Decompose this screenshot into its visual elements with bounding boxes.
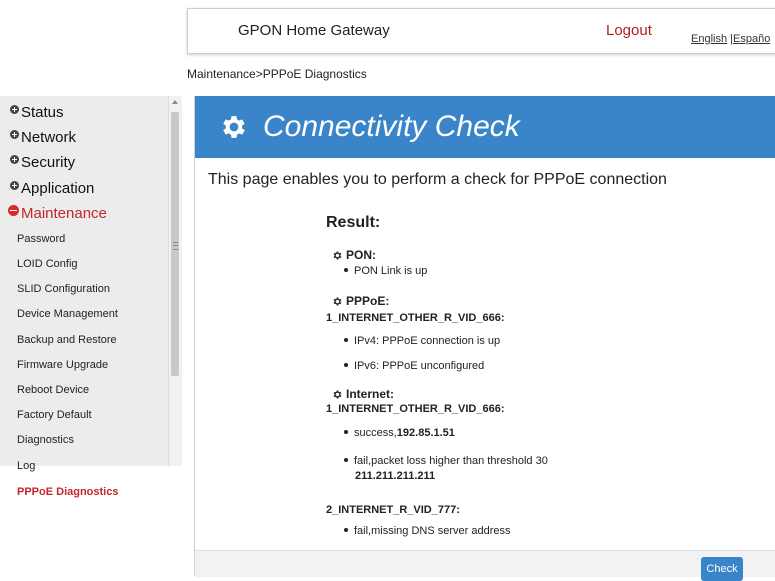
internet-success-prefix: success, [354,427,397,439]
plus-bullet-icon [10,155,19,164]
sidebar-subitem-loid-config[interactable]: LOID Config [17,258,78,270]
bullet-dot [344,268,348,272]
top-header: GPON Home Gateway Logout English |Españo [187,8,775,54]
pppoe-ipv4-status: IPv4: PPPoE connection is up [354,335,501,347]
pppoe-ipv6-status: IPv6: PPPoE unconfigured [354,360,485,372]
plus-bullet-icon [10,130,19,139]
plus-bullet-icon [10,105,19,114]
sidebar-subitem-firmware-upgrade[interactable]: Firmware Upgrade [17,359,108,371]
sidebar-scrollbar[interactable] [168,96,182,466]
sidebar-item-label: Maintenance [21,205,107,222]
pppoe-heading: PPPoE: [332,294,389,308]
sidebar-item-network[interactable]: Network [10,129,76,146]
list-item: success,192.85.1.51 [344,427,455,439]
scroll-grip-icon [173,242,178,250]
internet-heading: Internet: [332,387,394,401]
lang-english-link[interactable]: English [691,33,727,45]
panel-header: Connectivity Check [195,96,775,158]
sidebar-item-label: Network [21,129,77,146]
sidebar-subitem-log[interactable]: Log [17,460,35,472]
internet-fail-ip: 211.211.211.211 [355,470,436,482]
breadcrumb: Maintenance>PPPoE Diagnostics [187,67,367,81]
sidebar-item-maintenance[interactable]: Maintenance [8,205,107,222]
gear-icon [333,390,342,398]
sidebar-subitem-factory-default[interactable]: Factory Default [17,409,92,421]
internet-heading-label: Internet: [346,387,394,401]
list-item: fail,missing DNS server address [344,525,511,537]
result-heading: Result: [326,214,381,231]
sidebar-item-label: Status [21,104,64,121]
list-item: fail,packet loss higher than threshold 3… [344,455,548,467]
scroll-up-arrow-icon[interactable] [172,100,178,104]
language-switcher: English |Españo [691,33,770,45]
sidebar-item-security[interactable]: Security [10,154,75,171]
bullet-dot [344,363,348,367]
sidebar-subitem-backup-restore[interactable]: Backup and Restore [17,334,117,346]
pon-heading: PON: [332,248,376,262]
connectivity-panel: Connectivity Check This page enables you… [194,96,775,581]
internet-success-ip: 192.85.1.51 [396,427,455,439]
sidebar-subitem-diagnostics[interactable]: Diagnostics [17,434,74,446]
bullet-dot [344,528,348,532]
plus-bullet-icon [10,181,19,190]
gear-icon [333,251,342,259]
internet-dns-fail: fail,missing DNS server address [354,525,511,537]
pon-status-text: PON Link is up [354,265,428,277]
sidebar-subitem-reboot-device[interactable]: Reboot Device [17,384,89,396]
internet-interface-name-2: 2_INTERNET_R_VID_777: [326,504,460,516]
internet-interface-name-1: 1_INTERNET_OTHER_R_VID_666: [326,403,505,415]
gear-icon [223,116,245,138]
pppoe-interface-name: 1_INTERNET_OTHER_R_VID_666: [326,312,505,324]
list-item-continuation: 211.211.211.211 [355,470,435,482]
lang-spanish-link[interactable]: Españo [733,33,770,45]
sidebar: Status Network Security Application Main… [0,96,168,472]
app-title: GPON Home Gateway [238,22,390,39]
minus-bullet-icon [8,205,19,216]
pon-heading-label: PON: [346,248,376,262]
intro-text: This page enables you to perform a check… [208,171,667,188]
list-item: IPv4: PPPoE connection is up [344,335,500,347]
sidebar-item-status[interactable]: Status [10,104,64,121]
sidebar-subitem-slid-configuration[interactable]: SLID Configuration [17,283,110,295]
list-item: PON Link is up [344,265,427,277]
panel-footer: Check [195,550,775,581]
sidebar-subitem-device-management[interactable]: Device Management [17,308,118,320]
panel-title: Connectivity Check [263,110,520,143]
sidebar-item-label: Application [21,180,95,197]
sidebar-subitem-password[interactable]: Password [17,233,65,245]
bullet-dot [344,430,348,434]
sidebar-subitem-pppoe-diagnostics[interactable]: PPPoE Diagnostics [17,486,118,498]
pppoe-heading-label: PPPoE: [346,294,390,308]
check-button[interactable]: Check [701,557,743,581]
sidebar-item-application[interactable]: Application [10,180,94,197]
logout-link[interactable]: Logout [606,22,652,39]
bullet-dot [344,338,348,342]
internet-fail-text: fail,packet loss higher than threshold 3… [354,455,548,467]
bullet-dot [344,458,348,462]
gear-icon [333,297,342,305]
sidebar-item-label: Security [21,154,76,171]
list-item: IPv6: PPPoE unconfigured [344,360,484,372]
